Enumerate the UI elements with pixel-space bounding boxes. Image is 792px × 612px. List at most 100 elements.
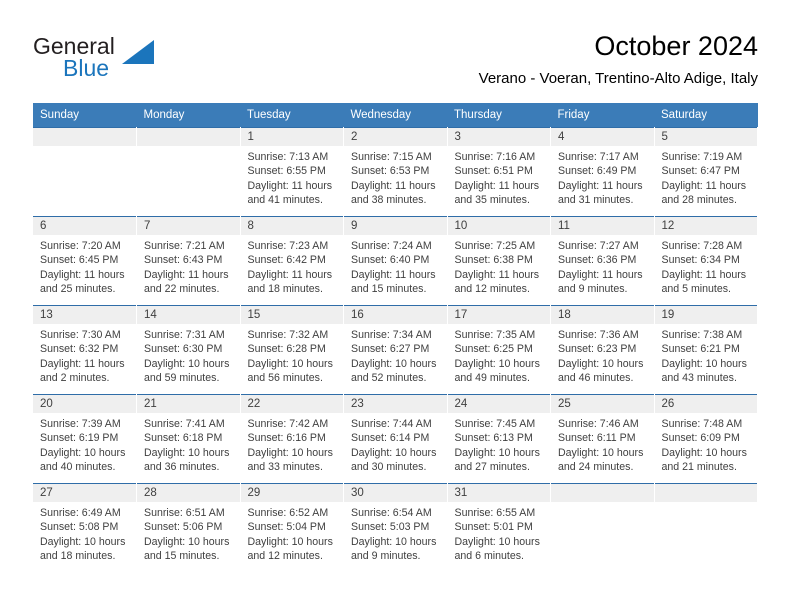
- day-detail-line: and 21 minutes.: [661, 461, 737, 474]
- day-detail-line: Sunrise: 6:49 AM: [40, 507, 121, 519]
- day-detail-line: and 15 minutes.: [351, 283, 427, 296]
- day-detail-line: and 15 minutes.: [144, 550, 220, 563]
- day-detail-line: Daylight: 10 hours: [247, 357, 333, 370]
- day-details: Sunrise: 7:21 AM Sunset: 6:43 PM Daylight:…: [137, 235, 240, 297]
- day-detail-line: and 30 minutes.: [351, 461, 427, 474]
- day-detail-line: Sunset: 6:09 PM: [661, 432, 740, 445]
- day-detail-line: Daylight: 10 hours: [454, 446, 540, 459]
- day-detail-line: Daylight: 10 hours: [661, 446, 747, 459]
- calendar-day-cell[interactable]: 18 Sunrise: 7:36 AM Sunset: 6:23 PM Dayligh…: [550, 305, 655, 395]
- day-detail-line: Sunrise: 7:44 AM: [351, 418, 432, 430]
- calendar-day-cell[interactable]: 21 Sunrise: 7:41 AM Sunset: 6:18 PM Dayligh…: [136, 394, 241, 484]
- day-detail-line: Sunrise: 7:24 AM: [351, 240, 432, 252]
- day-number: 21: [137, 395, 240, 413]
- calendar-day-cell[interactable]: 14 Sunrise: 7:31 AM Sunset: 6:30 PM Dayligh…: [136, 305, 241, 395]
- day-detail-line: Sunrise: 7:28 AM: [661, 240, 743, 252]
- calendar-day-cell[interactable]: 30 Sunrise: 6:54 AM Sunset: 5:03 PM Dayligh…: [343, 483, 448, 572]
- day-detail-line: Sunset: 6:42 PM: [247, 254, 326, 267]
- day-details: Sunrise: 6:55 AM Sunset: 5:01 PM Daylight:…: [448, 502, 551, 564]
- day-detail-line: Sunrise: 7:45 AM: [454, 418, 536, 430]
- day-details: Sunrise: 7:28 AM Sunset: 6:34 PM Daylight:…: [655, 235, 758, 297]
- day-details: Sunrise: 7:38 AM Sunset: 6:21 PM Daylight:…: [655, 324, 758, 386]
- calendar-day-cell[interactable]: 6 Sunrise: 7:20 AM Sunset: 6:45 PM Daylight…: [33, 216, 137, 306]
- calendar-day-cell[interactable]: 16 Sunrise: 7:34 AM Sunset: 6:27 PM Dayligh…: [343, 305, 448, 395]
- calendar-day-cell[interactable]: 10 Sunrise: 7:25 AM Sunset: 6:38 PM Dayligh…: [447, 216, 551, 306]
- day-detail-line: Daylight: 11 hours: [661, 179, 747, 192]
- calendar-day-cell[interactable]: 28 Sunrise: 6:51 AM Sunset: 5:06 PM Dayligh…: [136, 483, 241, 572]
- calendar-day-cell[interactable]: 5 Sunrise: 7:19 AM Sunset: 6:47 PM Daylight…: [654, 127, 758, 217]
- day-number: [33, 128, 136, 146]
- day-detail-line: Sunrise: 7:39 AM: [40, 418, 121, 430]
- day-detail-line: Daylight: 11 hours: [144, 268, 229, 281]
- calendar-day-cell[interactable]: 2 Sunrise: 7:15 AM Sunset: 6:53 PM Daylight…: [343, 127, 448, 217]
- day-detail-line: and 41 minutes.: [247, 194, 323, 207]
- day-detail-line: Sunset: 6:36 PM: [558, 254, 637, 267]
- day-number: 18: [551, 306, 654, 324]
- calendar-day-cell[interactable]: 29 Sunrise: 6:52 AM Sunset: 5:04 PM Dayligh…: [240, 483, 344, 572]
- day-detail-line: Sunset: 5:08 PM: [40, 521, 119, 534]
- weekday-header-friday: Friday: [550, 103, 654, 128]
- calendar-day-cell[interactable]: 3 Sunrise: 7:16 AM Sunset: 6:51 PM Daylight…: [447, 127, 551, 217]
- calendar-day-cell[interactable]: 27 Sunrise: 6:49 AM Sunset: 5:08 PM Dayligh…: [33, 483, 137, 572]
- calendar-day-cell[interactable]: 24 Sunrise: 7:45 AM Sunset: 6:13 PM Dayligh…: [447, 394, 551, 484]
- day-detail-line: Daylight: 10 hours: [454, 535, 540, 548]
- day-number: 29: [240, 484, 343, 502]
- calendar-day-cell[interactable]: 19 Sunrise: 7:38 AM Sunset: 6:21 PM Dayligh…: [654, 305, 758, 395]
- calendar-day-cell[interactable]: 17 Sunrise: 7:35 AM Sunset: 6:25 PM Dayligh…: [447, 305, 551, 395]
- calendar-day-cell[interactable]: 13 Sunrise: 7:30 AM Sunset: 6:32 PM Dayligh…: [33, 305, 137, 395]
- day-detail-line: and 18 minutes.: [40, 550, 116, 563]
- calendar-day-cell[interactable]: 1 Sunrise: 7:13 AM Sunset: 6:55 PM Daylight…: [240, 127, 344, 217]
- day-details: [655, 502, 758, 506]
- day-detail-line: Sunset: 6:25 PM: [454, 343, 533, 356]
- day-detail-line: Sunrise: 7:46 AM: [558, 418, 639, 430]
- day-detail-line: Daylight: 11 hours: [661, 268, 747, 281]
- day-detail-line: Sunrise: 6:51 AM: [144, 507, 225, 519]
- calendar-day-cell[interactable]: 23 Sunrise: 7:44 AM Sunset: 6:14 PM Dayligh…: [343, 394, 448, 484]
- day-details: Sunrise: 7:39 AM Sunset: 6:19 PM Daylight:…: [33, 413, 136, 475]
- calendar-day-cell[interactable]: 7 Sunrise: 7:21 AM Sunset: 6:43 PM Daylight…: [136, 216, 241, 306]
- calendar-day-cell[interactable]: 22 Sunrise: 7:42 AM Sunset: 6:16 PM Dayligh…: [240, 394, 344, 484]
- day-details: Sunrise: 7:42 AM Sunset: 6:16 PM Daylight:…: [241, 413, 344, 475]
- day-detail-line: and 36 minutes.: [144, 461, 220, 474]
- day-detail-line: Sunset: 6:32 PM: [40, 343, 119, 356]
- day-detail-line: and 9 minutes.: [558, 283, 628, 296]
- day-detail-line: and 25 minutes.: [40, 283, 116, 296]
- calendar-day-cell[interactable]: 12 Sunrise: 7:28 AM Sunset: 6:34 PM Dayligh…: [654, 216, 758, 306]
- day-number: 5: [654, 128, 757, 146]
- brand-logo[interactable]: General Blue: [33, 33, 203, 85]
- day-details: Sunrise: 6:51 AM Sunset: 5:06 PM Daylight:…: [137, 502, 240, 564]
- weekday-header-row: Sunday Monday Tuesday Wednesday Thursday Frid…: [33, 103, 758, 128]
- day-detail-line: Sunset: 6:30 PM: [144, 343, 223, 356]
- day-number: 8: [240, 217, 343, 235]
- weekday-header-wednesday: Wednesday: [343, 103, 447, 128]
- day-detail-line: and 12 minutes.: [454, 283, 530, 296]
- calendar-day-cell[interactable]: 15 Sunrise: 7:32 AM Sunset: 6:28 PM Dayligh…: [240, 305, 344, 395]
- calendar-day-cell[interactable]: 8 Sunrise: 7:23 AM Sunset: 6:42 PM Daylight…: [240, 216, 344, 306]
- day-detail-line: Daylight: 11 hours: [40, 268, 125, 281]
- day-detail-line: and 33 minutes.: [247, 461, 323, 474]
- calendar-day-cell[interactable]: 4 Sunrise: 7:17 AM Sunset: 6:49 PM Daylight…: [550, 127, 655, 217]
- day-details: Sunrise: 7:31 AM Sunset: 6:30 PM Daylight:…: [137, 324, 240, 386]
- calendar-day-cell[interactable]: 9 Sunrise: 7:24 AM Sunset: 6:40 PM Daylight…: [343, 216, 448, 306]
- day-detail-line: Sunrise: 7:31 AM: [144, 329, 225, 341]
- calendar-day-cell[interactable]: 31 Sunrise: 6:55 AM Sunset: 5:01 PM Dayligh…: [447, 483, 551, 572]
- day-detail-line: Sunset: 5:04 PM: [247, 521, 326, 534]
- weekday-header-monday: Monday: [136, 103, 240, 128]
- day-detail-line: Sunrise: 7:48 AM: [661, 418, 743, 430]
- calendar-day-cell[interactable]: 25 Sunrise: 7:46 AM Sunset: 6:11 PM Dayligh…: [550, 394, 655, 484]
- day-detail-line: Daylight: 10 hours: [351, 357, 437, 370]
- day-number: 22: [240, 395, 343, 413]
- day-detail-line: Sunset: 6:14 PM: [351, 432, 430, 445]
- day-details: Sunrise: 7:46 AM Sunset: 6:11 PM Daylight:…: [551, 413, 654, 475]
- day-detail-line: Sunrise: 7:15 AM: [351, 151, 432, 163]
- day-details: Sunrise: 7:32 AM Sunset: 6:28 PM Daylight:…: [241, 324, 344, 386]
- day-detail-line: Sunrise: 7:30 AM: [40, 329, 121, 341]
- calendar-day-cell[interactable]: 11 Sunrise: 7:27 AM Sunset: 6:36 PM Dayligh…: [550, 216, 655, 306]
- day-detail-line: Sunset: 6:43 PM: [144, 254, 223, 267]
- calendar-day-cell[interactable]: 20 Sunrise: 7:39 AM Sunset: 6:19 PM Dayligh…: [33, 394, 137, 484]
- day-detail-line: Sunrise: 7:34 AM: [351, 329, 432, 341]
- calendar-day-cell[interactable]: 26 Sunrise: 7:48 AM Sunset: 6:09 PM Dayligh…: [654, 394, 758, 484]
- day-detail-line: Sunset: 6:18 PM: [144, 432, 223, 445]
- weekday-header-tuesday: Tuesday: [240, 103, 344, 128]
- day-detail-line: Sunset: 6:45 PM: [40, 254, 119, 267]
